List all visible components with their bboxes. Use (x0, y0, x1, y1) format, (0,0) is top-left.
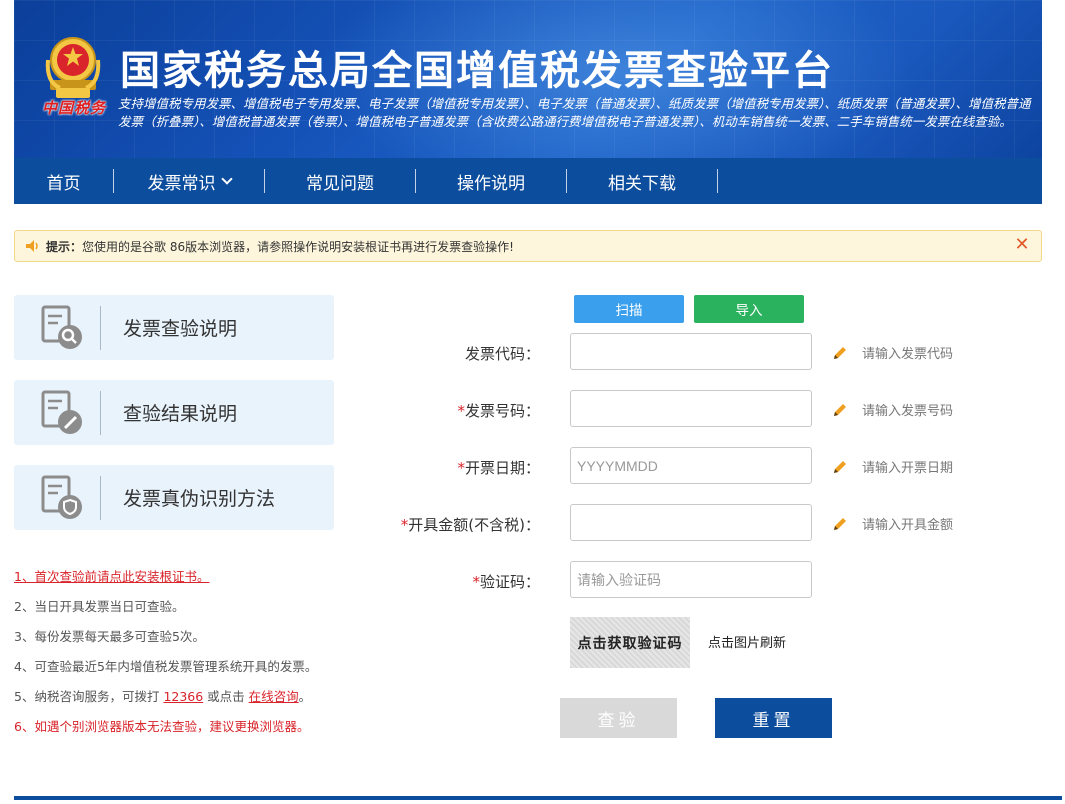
document-search-icon (41, 305, 82, 349)
card-label: 查验结果说明 (123, 403, 238, 425)
note-5-mid: 或点击 (203, 689, 249, 704)
invoice-number-input[interactable] (570, 390, 812, 427)
pencil-icon (834, 346, 846, 359)
amount-label: *开具金额(不含税)： (340, 514, 540, 535)
install-root-cert-link[interactable]: 1、首次查验前请点此安装根证书。 (14, 569, 209, 584)
document-shield-icon (41, 475, 82, 519)
site-title: 国家税务总局全国增值税发票查验平台 (120, 48, 834, 94)
note-item-1: 1、首次查验前请点此安装根证书。 (14, 562, 374, 592)
pencil-icon (834, 403, 846, 416)
reset-button[interactable]: 重置 (715, 698, 832, 738)
note-item-4: 4、可查验最近5年内增值税发票管理系统开具的发票。 (14, 659, 318, 674)
invoice-code-hint: 请输入发票代码 (832, 343, 953, 362)
issue-date-hint-text: 请输入开票日期 (862, 461, 954, 476)
nav-item-label: 相关下载 (608, 173, 676, 194)
card-invoice-check-guide[interactable]: 发票查验说明 (14, 295, 334, 360)
invoice-number-label: *发票号码： (340, 400, 540, 421)
national-emblem-icon (45, 37, 101, 98)
invoice-code-hint-text: 请输入发票代码 (862, 347, 954, 362)
issue-date-label: *开票日期： (340, 457, 540, 478)
notice-text: 您使用的是谷歌 86版本浏览器，请参照操作说明安装根证书再进行发票查验操作! (82, 239, 514, 254)
speaker-icon (26, 240, 38, 252)
issue-date-input[interactable] (570, 447, 812, 484)
invoice-code-label: 发票代码： (340, 343, 540, 364)
online-consult-link[interactable]: 在线咨询 (249, 689, 299, 704)
invoice-code-label-text: 发票代码： (464, 345, 540, 363)
pencil-icon (834, 460, 846, 473)
required-mark: * (457, 459, 465, 477)
required-mark: * (472, 573, 480, 591)
note-item-3: 3、每份发票每天最多可查验5次。 (14, 629, 205, 644)
amount-hint-text: 请输入开具金额 (862, 518, 954, 533)
nav-item-label: 发票常识 (147, 173, 216, 194)
invoice-number-hint-text: 请输入发票号码 (862, 404, 954, 419)
card-label: 发票查验说明 (123, 318, 238, 340)
required-mark: * (457, 402, 465, 420)
note-item-2: 2、当日开具发票当日可查验。 (14, 599, 185, 614)
footer-divider (14, 796, 1062, 800)
nav-item-invoice-knowledge[interactable]: 发票常识 (114, 169, 265, 194)
invoice-number-hint: 请输入发票号码 (832, 400, 953, 419)
captcha-refresh-text: 点击图片刷新 (708, 636, 787, 651)
amount-input[interactable] (570, 504, 812, 541)
card-divider (100, 390, 101, 435)
check-button[interactable]: 查验 (560, 698, 677, 738)
document-edit-icon (41, 390, 82, 434)
amount-hint: 请输入开具金额 (832, 514, 953, 533)
note-5-suffix: 。 (298, 689, 312, 704)
import-button[interactable]: 导入 (694, 295, 804, 323)
close-icon[interactable]: ✕ (1013, 236, 1031, 254)
pencil-icon (834, 517, 846, 530)
site-subtitle: 支持增值税专用发票、增值税电子专用发票、电子发票（增值税专用发票）、电子发票（普… (118, 96, 1031, 129)
nav-item-label: 常见问题 (306, 173, 374, 194)
chevron-down-icon (220, 173, 233, 185)
amount-label-text: 开具金额(不含税)： (408, 516, 540, 534)
issue-date-hint: 请输入开票日期 (832, 457, 953, 476)
note-item-6: 6、如遇个别浏览器版本无法查验，建议更换浏览器。 (14, 719, 310, 734)
card-divider (100, 475, 101, 520)
note-5-prefix: 5、纳税咨询服务，可拨打 (14, 689, 164, 704)
verify-code-label: *验证码： (340, 571, 540, 592)
card-authenticity-guide[interactable]: 发票真伪识别方法 (14, 465, 334, 530)
notes-list: 1、首次查验前请点此安装根证书。 2、当日开具发票当日可查验。 3、每份发票每天… (14, 562, 374, 742)
nav-item-label: 首页 (46, 173, 81, 194)
china-tax-logo-text: 中国税务 (42, 99, 107, 117)
nav-item-faq[interactable]: 常见问题 (265, 169, 416, 194)
card-label: 发票真伪识别方法 (123, 488, 276, 510)
issue-date-label-text: 开票日期： (464, 459, 540, 477)
header-banner: 中国税务 国家税务总局全国增值税发票查验平台 支持增值税专用发票、增值税电子专用… (14, 0, 1042, 158)
hotline-link[interactable]: 12366 (163, 689, 203, 704)
scan-button[interactable]: 扫描 (574, 295, 684, 323)
main-navbar: 首页 发票常识 常见问题 操作说明 相关下载 (14, 158, 1042, 204)
browser-notice-bar: 提示： 您使用的是谷歌 86版本浏览器，请参照操作说明安装根证书再进行发票查验操… (14, 230, 1042, 262)
captcha-image[interactable]: 点击获取验证码 (570, 617, 690, 668)
verify-code-input[interactable] (570, 561, 812, 598)
card-result-guide[interactable]: 查验结果说明 (14, 380, 334, 445)
notice-prefix: 提示： (46, 239, 83, 254)
nav-item-label: 操作说明 (457, 173, 525, 194)
invoice-number-label-text: 发票号码： (464, 402, 540, 420)
invoice-code-input[interactable] (570, 333, 812, 370)
note-item-5: 5、纳税咨询服务，可拨打 12366 或点击 在线咨询。 (14, 682, 374, 712)
verify-code-label-text: 验证码： (479, 573, 540, 591)
card-divider (100, 305, 101, 350)
nav-item-instructions[interactable]: 操作说明 (416, 169, 567, 194)
nav-item-downloads[interactable]: 相关下载 (567, 169, 718, 194)
nav-item-home[interactable]: 首页 (14, 169, 114, 194)
